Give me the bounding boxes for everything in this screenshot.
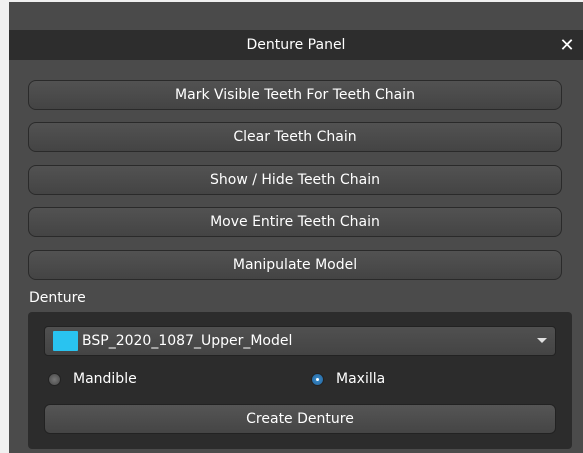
panel-title: Denture Panel bbox=[246, 37, 346, 53]
radio-mandible-indicator bbox=[48, 372, 61, 386]
move-teeth-chain-button[interactable]: Move Entire Teeth Chain bbox=[28, 207, 562, 237]
show-hide-teeth-chain-button[interactable]: Show / Hide Teeth Chain bbox=[28, 165, 562, 195]
radio-maxilla[interactable]: Maxilla bbox=[311, 371, 385, 387]
model-select-value: BSP_2020_1087_Upper_Model bbox=[82, 333, 293, 349]
chevron-down-icon bbox=[537, 338, 547, 343]
denture-section-label: Denture bbox=[29, 290, 86, 306]
manipulate-model-button[interactable]: Manipulate Model bbox=[28, 250, 562, 280]
denture-group: BSP_2020_1087_Upper_Model Mandible Maxil… bbox=[28, 312, 572, 449]
radio-mandible[interactable]: Mandible bbox=[48, 371, 137, 387]
radio-maxilla-indicator bbox=[311, 372, 324, 386]
clear-teeth-chain-button[interactable]: Clear Teeth Chain bbox=[28, 122, 562, 152]
panel-titlebar: Denture Panel ✕ bbox=[9, 30, 583, 60]
create-denture-button[interactable]: Create Denture bbox=[44, 404, 556, 434]
close-icon[interactable]: ✕ bbox=[557, 34, 577, 56]
radio-maxilla-label: Maxilla bbox=[336, 371, 386, 387]
denture-panel: Denture Panel ✕ Mark Visible Teeth For T… bbox=[9, 2, 583, 453]
model-select[interactable]: BSP_2020_1087_Upper_Model bbox=[44, 326, 556, 356]
radio-mandible-label: Mandible bbox=[73, 371, 137, 387]
panel-content: Mark Visible Teeth For Teeth Chain Clear… bbox=[9, 60, 583, 453]
top-strip bbox=[9, 2, 583, 30]
mark-visible-teeth-button[interactable]: Mark Visible Teeth For Teeth Chain bbox=[28, 80, 562, 110]
model-color-swatch bbox=[53, 331, 78, 351]
